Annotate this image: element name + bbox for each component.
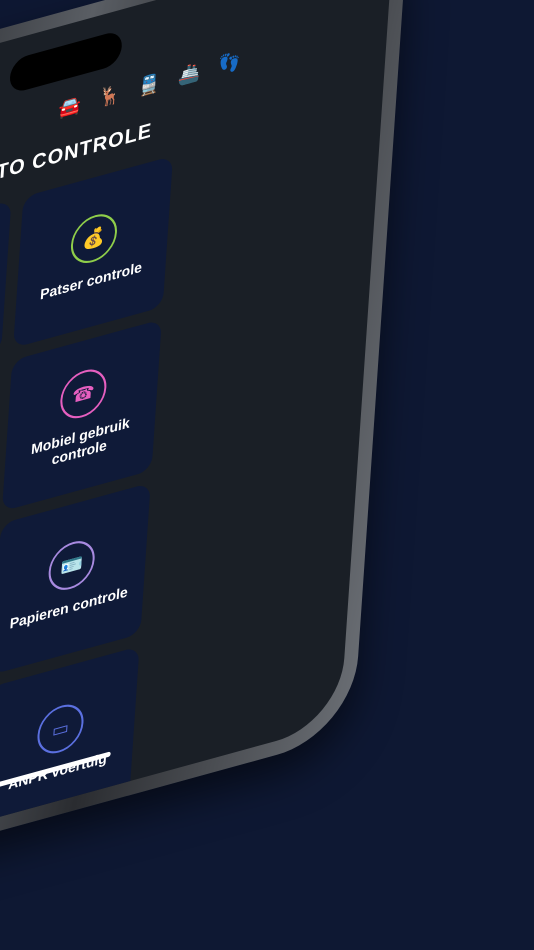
id-card-icon: 🪪 bbox=[47, 535, 97, 596]
reindeer-icon[interactable]: 🦌 bbox=[96, 79, 124, 113]
phone-frame: 100 ken 🚘🦌🚆🚢👣 NIEUWE AUTO CONTROLE 👮Poli… bbox=[0, 0, 409, 888]
phone-icon: ☎ bbox=[58, 364, 108, 424]
control-card[interactable]: 👮Politie controle bbox=[0, 200, 12, 393]
footsteps-icon[interactable]: 👣 bbox=[215, 46, 243, 80]
control-card[interactable]: ☎ Mobiel gebruik controle bbox=[1, 319, 162, 512]
car-icon[interactable]: 🚘 bbox=[56, 90, 84, 124]
control-card[interactable]: 🪪 Papieren controle bbox=[0, 482, 151, 675]
control-card[interactable]: ▭ANPR voertuig bbox=[0, 646, 140, 839]
ship-icon[interactable]: 🚢 bbox=[176, 57, 204, 91]
train-icon[interactable]: 🚆 bbox=[136, 68, 164, 102]
control-card-label: Patser controle bbox=[39, 258, 143, 303]
license-plate-icon: ▭ bbox=[35, 699, 86, 759]
control-card-label: Mobiel gebruik controle bbox=[30, 414, 131, 468]
phone-screen: 100 ken 🚘🦌🚆🚢👣 NIEUWE AUTO CONTROLE 👮Poli… bbox=[0, 0, 394, 870]
money-person-icon: 💰 bbox=[69, 208, 119, 269]
control-card[interactable]: 💰 Patser controle bbox=[13, 155, 174, 349]
